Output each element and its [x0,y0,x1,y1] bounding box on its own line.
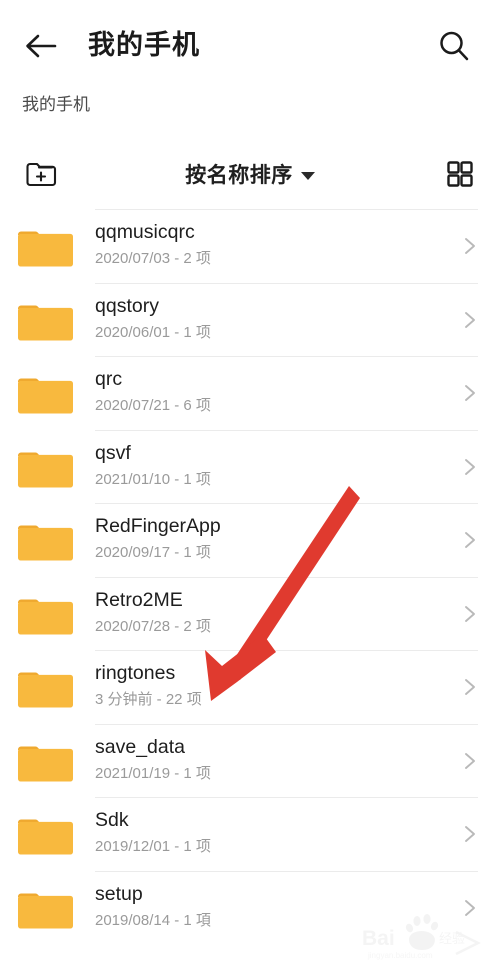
toolbar: 按名称排序 [0,146,500,204]
breadcrumb[interactable]: 我的手机 [22,92,90,118]
file-meta: 2020/07/28 - 2 项 [95,617,211,635]
row-text: ringtones 3 分钟前 - 22 项 [95,660,440,711]
arrow-left-icon [26,34,57,58]
chevron-right-icon[interactable] [460,530,480,550]
chevron-down-icon [300,172,315,180]
row-divider [95,723,478,725]
file-name: ringtones [95,662,176,684]
row-text: qrc 2020/07/21 - 6 项 [95,366,440,417]
file-meta: 2019/08/14 - 1 項 [95,911,211,929]
file-list-row[interactable]: qqstory 2020/06/01 - 1 项 [0,282,500,357]
back-button[interactable] [24,27,74,65]
file-list-row[interactable]: qsvf 2021/01/10 - 1 项 [0,429,500,504]
chevron-right-icon[interactable] [460,898,480,918]
file-list-row[interactable]: RedFingerApp 2020/09/17 - 1 项 [0,503,500,577]
chevron-right-icon[interactable] [460,383,480,403]
folder-icon [17,746,73,781]
file-name: qqstory [95,294,159,317]
file-meta: 2020/09/17 - 1 项 [95,544,211,561]
file-list-row[interactable]: ringtones 3 分钟前 - 22 项 [0,650,500,724]
file-name: RedFingerApp [95,515,221,537]
file-meta: 2020/07/03 - 2 项 [95,250,211,267]
row-divider [95,650,478,651]
file-name: qrc [95,368,123,390]
row-divider [95,870,478,872]
file-list-row[interactable]: setup 2019/08/14 - 1 項 [0,870,500,945]
sort-label: 按名称排序 [185,164,293,187]
chevron-right-icon[interactable] [460,457,480,477]
folder-icon [17,672,73,708]
row-text: RedFingerApp 2020/09/17 - 1 项 [95,513,440,564]
row-divider [95,429,478,431]
row-text: qsvf 2021/01/10 - 1 项 [95,440,440,491]
folder-icon [17,452,73,487]
grid-view-icon [447,161,473,187]
chevron-right-icon[interactable] [460,310,480,330]
file-meta: 2020/07/21 - 6 项 [95,397,211,414]
chevron-right-icon[interactable] [460,751,480,771]
file-meta: 3 分钟前 - 22 项 [95,691,202,708]
folder-icon [17,378,73,414]
grid-view-toggle[interactable] [438,154,482,194]
row-divider [95,576,478,578]
file-meta: 2021/01/10 - 1 项 [95,470,211,488]
row-text: setup 2019/08/14 - 1 項 [95,881,440,932]
file-name: setup [95,882,143,905]
folder-icon [17,893,73,928]
chevron-right-icon[interactable] [460,236,480,256]
row-divider [95,503,478,504]
search-icon [440,31,469,61]
folder-icon [17,305,73,340]
row-divider [95,356,478,357]
file-list-row[interactable]: save_data 2021/01/19 - 1 项 [0,723,500,798]
svg-text:jingyan.baidu.com: jingyan.baidu.com [367,951,433,960]
file-list-row[interactable]: Sdk 2019/12/01 - 1 项 [0,797,500,871]
file-list-row[interactable]: qrc 2020/07/21 - 6 项 [0,356,500,430]
chevron-right-icon[interactable] [460,677,480,697]
file-name: qqmusicqrc [95,221,195,243]
folder-icon [17,231,73,267]
file-list: qqmusicqrc 2020/07/03 - 2 项 qqstory 2020/06… [0,209,500,944]
file-name: Sdk [95,809,129,831]
folder-icon [17,819,73,855]
row-text: Sdk 2019/12/01 - 1 项 [95,807,440,858]
file-meta: 2021/01/19 - 1 项 [95,764,211,782]
file-name: qsvf [95,441,131,464]
row-text: save_data 2021/01/19 - 1 项 [95,734,440,785]
row-text: qqmusicqrc 2020/07/03 - 2 项 [95,219,440,270]
search-button[interactable] [430,24,478,68]
file-list-row[interactable]: Retro2ME 2020/07/28 - 2 项 [0,576,500,651]
file-name: save_data [95,735,185,758]
row-text: qqstory 2020/06/01 - 1 项 [95,293,440,344]
row-divider [95,797,478,798]
folder-icon [17,599,73,634]
app-bar: 我的手机 [0,0,500,84]
page-title: 我的手机 [88,30,200,60]
chevron-right-icon[interactable] [460,824,480,844]
file-list-row[interactable]: qqmusicqrc 2020/07/03 - 2 项 [0,209,500,283]
file-name: Retro2ME [95,588,183,611]
row-text: Retro2ME 2020/07/28 - 2 项 [95,587,440,638]
file-manager-screen: 我的手机 我的手机 按名称排序 qqmusicqrc 2020/07/03 - … [0,0,500,976]
file-meta: 2019/12/01 - 1 项 [95,838,211,855]
sort-dropdown[interactable]: 按名称排序 [0,154,500,194]
row-divider [95,209,478,210]
chevron-right-icon[interactable] [460,604,480,624]
row-divider [95,282,478,284]
file-meta: 2020/06/01 - 1 项 [95,323,211,341]
folder-icon [17,525,73,561]
